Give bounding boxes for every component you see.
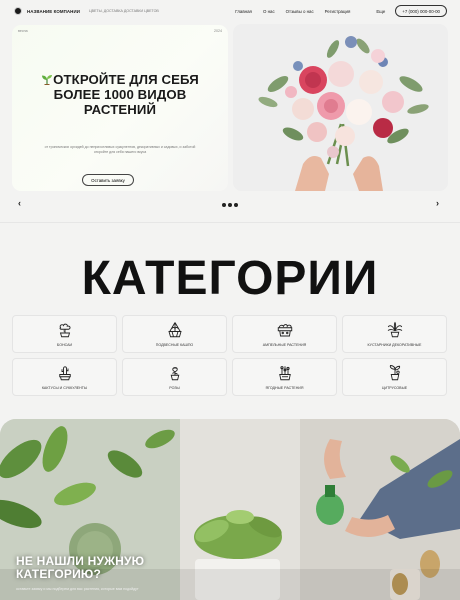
category-label: АМПЕЛЬНЫЕ РАСТЕНИЯ <box>262 343 307 347</box>
berry-plant-icon <box>278 366 291 381</box>
cactus-icon <box>58 366 71 381</box>
nav-reviews[interactable]: Отзывы о нас <box>286 9 314 14</box>
ampel-plant-icon <box>277 324 292 337</box>
category-label: КУСТАРНИКИ ДЕКОРАТИВНЫЕ <box>367 343 422 347</box>
section-divider <box>0 222 460 223</box>
banner-title-line-1: НЕ НАШЛИ НУЖНУЮ <box>16 554 145 568</box>
category-card-ampel[interactable]: АМПЕЛЬНЫЕ РАСТЕНИЯ <box>232 315 337 353</box>
category-label: ЯГОДНЫЕ РАСТЕНИЯ <box>265 386 304 390</box>
categories-title: КАТЕГОРИИ <box>81 252 379 305</box>
shrub-icon <box>387 321 402 338</box>
rose-icon <box>170 367 179 381</box>
bouquet-image <box>233 24 448 191</box>
hero-title-line-3: РАСТЕНИЙ <box>83 102 157 117</box>
slider-dot[interactable] <box>222 203 226 207</box>
hero-text-panel: весна 2024 ОТКРОЙТЕ ДЛЯ СЕБЯ БОЛЕЕ 1000 … <box>12 25 228 191</box>
order-button[interactable]: Оставить заявку <box>82 174 134 186</box>
category-card-cactus[interactable]: КАКТУСЫ И СУККУЛЕНТЫ <box>12 358 117 396</box>
hero-year-label: 2024 <box>214 29 222 33</box>
category-card-roses[interactable]: РОЗЫ <box>122 358 227 396</box>
banner-subtitle: оставьте заявку и мы подберем для вас ра… <box>16 587 139 591</box>
category-label: РОЗЫ <box>169 386 180 390</box>
category-card-berry[interactable]: ЯГОДНЫЕ РАСТЕНИЯ <box>232 358 337 396</box>
hero-season-label: весна <box>18 29 28 33</box>
hero-slider-controls: ‹ › <box>0 198 460 212</box>
categories-grid: БОНСАИ ПОДВЕСНЫЕ КАШПО АМПЕЛЬНЫЕ РАСТЕНИ… <box>12 315 448 396</box>
slider-next-arrow-icon[interactable]: › <box>436 198 439 208</box>
nav-registration[interactable]: Регистрация <box>325 9 351 14</box>
category-label: ЦИТРУСОВЫЕ <box>381 386 408 390</box>
company-name[interactable]: НАЗВАНИЕ КОМПАНИИ <box>27 9 80 14</box>
logo-icon[interactable] <box>14 7 22 15</box>
hero-title-line-1: ОТКРОЙТЕ ДЛЯ СЕБЯ <box>53 72 199 87</box>
hero-title: ОТКРОЙТЕ ДЛЯ СЕБЯ БОЛЕЕ 1000 ВИДОВ РАСТЕ… <box>12 72 228 117</box>
hero-subtitle: от тропических орхидей до неприхотливых … <box>18 145 222 155</box>
tagline: ЦВЕТЫ, ДОСТАВКА ДОСТАВКИ ЦВЕТОВ <box>88 9 159 13</box>
bonsai-icon <box>59 323 71 338</box>
slider-prev-arrow-icon[interactable]: ‹ <box>18 198 21 208</box>
main-nav: Главная О нас Отзывы о нас Регистрация <box>235 9 350 14</box>
page: НАЗВАНИЕ КОМПАНИИ ЦВЕТЫ, ДОСТАВКА ДОСТАВ… <box>0 0 460 600</box>
sprout-icon <box>42 75 53 85</box>
category-label: КАКТУСЫ И СУККУЛЕНТЫ <box>41 386 88 390</box>
slider-dot[interactable] <box>228 203 232 207</box>
category-card-shrubs[interactable]: КУСТАРНИКИ ДЕКОРАТИВНЫЕ <box>342 315 447 353</box>
category-label: ПОДВЕСНЫЕ КАШПО <box>155 343 194 347</box>
banner-title-line-2: КАТЕГОРИЮ? <box>16 567 102 581</box>
citrus-icon <box>389 365 400 381</box>
category-card-bonsai[interactable]: БОНСАИ <box>12 315 117 353</box>
nav-home[interactable]: Главная <box>235 9 252 14</box>
header: НАЗВАНИЕ КОМПАНИИ ЦВЕТЫ, ДОСТАВКА ДОСТАВ… <box>0 0 460 22</box>
phone-button[interactable]: +7 (000) 000-00-00 <box>395 5 447 17</box>
slider-dots <box>222 203 238 207</box>
category-label: БОНСАИ <box>56 343 73 347</box>
category-card-hanging-planter[interactable]: ПОДВЕСНЫЕ КАШПО <box>122 315 227 353</box>
banner-title: НЕ НАШЛИ НУЖНУЮ КАТЕГОРИЮ? <box>16 555 144 581</box>
slider-dot[interactable] <box>234 203 238 207</box>
category-card-citrus[interactable]: ЦИТРУСОВЫЕ <box>342 358 447 396</box>
hero-subtitle-line-2: откройте для себя нашего вкуса <box>93 150 147 154</box>
hero-title-line-2: БОЛЕЕ 1000 ВИДОВ <box>53 87 187 102</box>
hero-subtitle-line-1: от тропических орхидей до неприхотливых … <box>44 145 196 149</box>
nav-about[interactable]: О нас <box>263 9 275 14</box>
hanging-planter-icon <box>167 322 182 338</box>
nav-more[interactable]: Еще <box>376 9 385 14</box>
